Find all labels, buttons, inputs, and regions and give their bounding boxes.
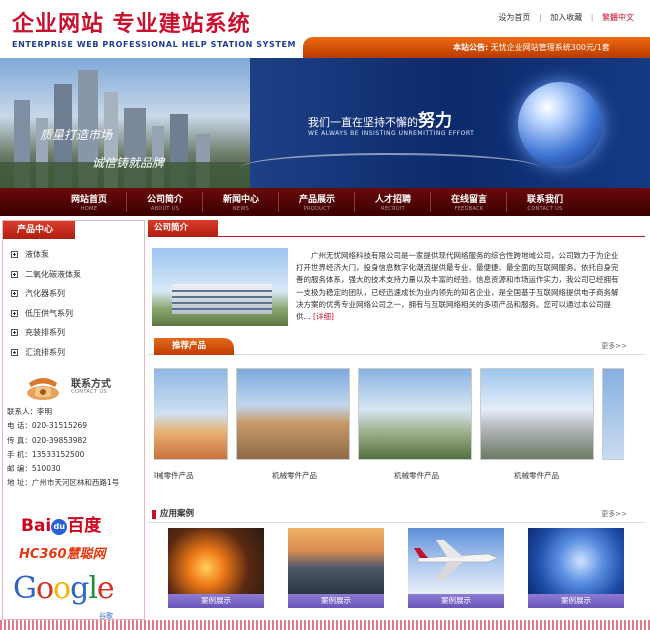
case-card[interactable]: 案例展示 bbox=[408, 528, 504, 612]
product-name[interactable]: l械零件产品 bbox=[154, 470, 194, 481]
banner-calligraphy-1: 质量打造市场 bbox=[40, 128, 113, 142]
nav-item-about[interactable]: 公司简介 ABOUT US bbox=[128, 188, 202, 216]
product-card[interactable] bbox=[480, 368, 596, 468]
hc360-logo[interactable]: HC360慧聪网 bbox=[19, 543, 106, 562]
top-links: 设为首页 | 加入收藏 | 繁體中文 bbox=[492, 12, 634, 23]
product-card[interactable] bbox=[236, 368, 352, 468]
banner-slogan-en: WE ALWAYS BE INSISTING UNREMITTING EFFOR… bbox=[308, 130, 475, 137]
plus-icon bbox=[11, 290, 18, 298]
google-logo[interactable]: Google bbox=[13, 571, 115, 606]
sidebar-item-low-pressure[interactable]: 低压供气系列 bbox=[3, 304, 144, 324]
cases-section-header: 应用案例 更多>> bbox=[148, 506, 645, 523]
separator: | bbox=[538, 13, 542, 22]
banner-slogan-cn: 我们一直在坚持不懈的努力 bbox=[308, 106, 452, 131]
plus-icon bbox=[11, 251, 18, 259]
airplane-icon bbox=[414, 540, 499, 580]
nav-item-home[interactable]: 网站首页 HOME bbox=[52, 188, 126, 216]
products-section-header: 推荐产品 更多>> bbox=[148, 338, 645, 355]
main-content: 公司简介 广州无忧网络科技有限公司是一家提供现代网络服务的综合性跨地域公司，公司… bbox=[148, 220, 645, 620]
contact-person: 联系人：李明 bbox=[7, 407, 52, 416]
nav-divider bbox=[202, 192, 203, 212]
contact-rows: 联系人：李明 电 话：020-31515269 传 真：020-39853982… bbox=[7, 405, 119, 491]
baidu-logo[interactable]: Bai du 百度 bbox=[21, 511, 101, 536]
notice-label: 本站公告: bbox=[453, 43, 489, 52]
nav-divider bbox=[278, 192, 279, 212]
sidebar-item-co2-pump[interactable]: 二氧化碳液体泵 bbox=[3, 265, 144, 285]
slogan-emphasis: 努力 bbox=[418, 111, 452, 131]
nav-item-product[interactable]: 产品展示 PRODUCT bbox=[280, 188, 354, 216]
about-detail-link[interactable]: [详细] bbox=[313, 312, 334, 321]
add-favorite-link[interactable]: 加入收藏 bbox=[550, 13, 582, 22]
products-section-title: 推荐产品 bbox=[154, 338, 234, 355]
phone-icon bbox=[27, 378, 59, 400]
company-building-image bbox=[152, 248, 288, 326]
product-carousel bbox=[154, 368, 624, 468]
contact-title: 联系方式 bbox=[71, 379, 111, 390]
hero-banner: 质量打造市场 诚信铸就品牌 我们一直在坚持不懈的努力 WE ALWAYS BE … bbox=[0, 58, 650, 188]
case-label[interactable]: 案例展示 bbox=[528, 594, 624, 608]
notice-bar: 本站公告: 无忧企业网站管理系统300元/1套 bbox=[303, 37, 650, 58]
nav-divider bbox=[430, 192, 431, 212]
set-homepage-link[interactable]: 设为首页 bbox=[498, 13, 530, 22]
contact-subtitle: CONTACT US bbox=[71, 389, 108, 395]
sidebar-item-filling[interactable]: 充装排系列 bbox=[3, 323, 144, 343]
sidebar-item-vaporizer[interactable]: 汽化器系列 bbox=[3, 284, 144, 304]
case-label[interactable]: 案例展示 bbox=[408, 594, 504, 608]
product-name[interactable]: 机械零件产品 bbox=[394, 470, 439, 481]
case-label[interactable]: 案例展示 bbox=[288, 594, 384, 608]
banner-calligraphy-2: 诚信铸就品牌 bbox=[92, 156, 165, 170]
nav-item-recruit[interactable]: 人才招聘 RECRUIT bbox=[356, 188, 430, 216]
sidebar: 产品中心 液体泵 二氧化碳液体泵 汽化器系列 低压供气系列 充装排系列 汇流排系… bbox=[2, 220, 145, 620]
header: 企业网站 专业建站系统 ENTERPRISE WEB PROFESSIONAL … bbox=[0, 0, 650, 58]
traditional-chinese-link[interactable]: 繁體中文 bbox=[602, 13, 634, 22]
contact-fax: 传 真：020-39853982 bbox=[7, 435, 88, 445]
product-card[interactable] bbox=[602, 368, 624, 468]
nav-item-feedback[interactable]: 在线留言 FEEDBACK bbox=[432, 188, 506, 216]
product-name[interactable]: 机械零件产品 bbox=[272, 470, 317, 481]
product-name[interactable]: 机械零件产品 bbox=[514, 470, 559, 481]
case-card[interactable]: 案例展示 bbox=[168, 528, 264, 612]
case-label[interactable]: 案例展示 bbox=[168, 594, 264, 608]
contact-phone: 电 话：020-31515269 bbox=[7, 421, 88, 431]
nav-divider bbox=[506, 192, 507, 212]
sidebar-item-liquid-pump[interactable]: 液体泵 bbox=[3, 245, 144, 265]
plus-icon bbox=[11, 348, 18, 356]
contact-postcode: 邮 编：510030 bbox=[7, 464, 61, 474]
site-logo-subtitle: ENTERPRISE WEB PROFESSIONAL HELP STATION… bbox=[12, 40, 297, 49]
notice-text[interactable]: 无忧企业网站管理系统300元/1套 bbox=[491, 43, 610, 52]
about-section-header: 公司简介 bbox=[148, 220, 645, 237]
main-nav: 网站首页 HOME 公司简介 ABOUT US 新闻中心 NEWS 产品展示 PRODU… bbox=[0, 188, 650, 216]
plus-icon bbox=[11, 329, 18, 337]
sidebar-item-manifold[interactable]: 汇流排系列 bbox=[3, 343, 144, 363]
nav-divider bbox=[126, 192, 127, 212]
product-center-heading: 产品中心 bbox=[3, 221, 75, 239]
globe-image bbox=[518, 82, 602, 166]
separator: | bbox=[590, 13, 594, 22]
about-section-title: 公司简介 bbox=[148, 220, 218, 237]
about-text: 广州无忧网络科技有限公司是一家提供现代网络服务的综合性跨地域公司，公司致力于为企… bbox=[296, 251, 619, 322]
footer-decor-line bbox=[0, 620, 650, 630]
case-card[interactable]: 案例展示 bbox=[288, 528, 384, 612]
product-category-list: 液体泵 二氧化碳液体泵 汽化器系列 低压供气系列 充装排系列 汇流排系列 bbox=[3, 245, 144, 362]
cases-more-link[interactable]: 更多>> bbox=[601, 509, 627, 519]
case-card[interactable]: 案例展示 bbox=[528, 528, 624, 612]
plus-icon bbox=[11, 270, 18, 278]
contact-address: 地 址：广州市天河区林和西路1号 bbox=[7, 478, 120, 488]
nav-item-contact[interactable]: 联系我们 CONTACT US bbox=[508, 188, 582, 216]
light-swoosh bbox=[240, 153, 540, 183]
case-gallery: 案例展示 案例展示 案例展示 案例展示 bbox=[168, 528, 638, 618]
site-logo-title[interactable]: 企业网站 专业建站系统 bbox=[12, 6, 251, 38]
product-card[interactable] bbox=[358, 368, 474, 468]
nav-item-news[interactable]: 新闻中心 NEWS bbox=[204, 188, 278, 216]
contact-mobile: 手 机：13533152500 bbox=[7, 449, 85, 459]
products-more-link[interactable]: 更多>> bbox=[601, 341, 627, 351]
nav-divider bbox=[354, 192, 355, 212]
cases-section-title: 应用案例 bbox=[148, 506, 194, 523]
baidu-paw-icon: du bbox=[51, 519, 68, 535]
slogan-prefix: 我们一直在坚持不懈的 bbox=[308, 116, 418, 129]
plus-icon bbox=[11, 309, 18, 317]
product-card[interactable] bbox=[154, 368, 230, 468]
